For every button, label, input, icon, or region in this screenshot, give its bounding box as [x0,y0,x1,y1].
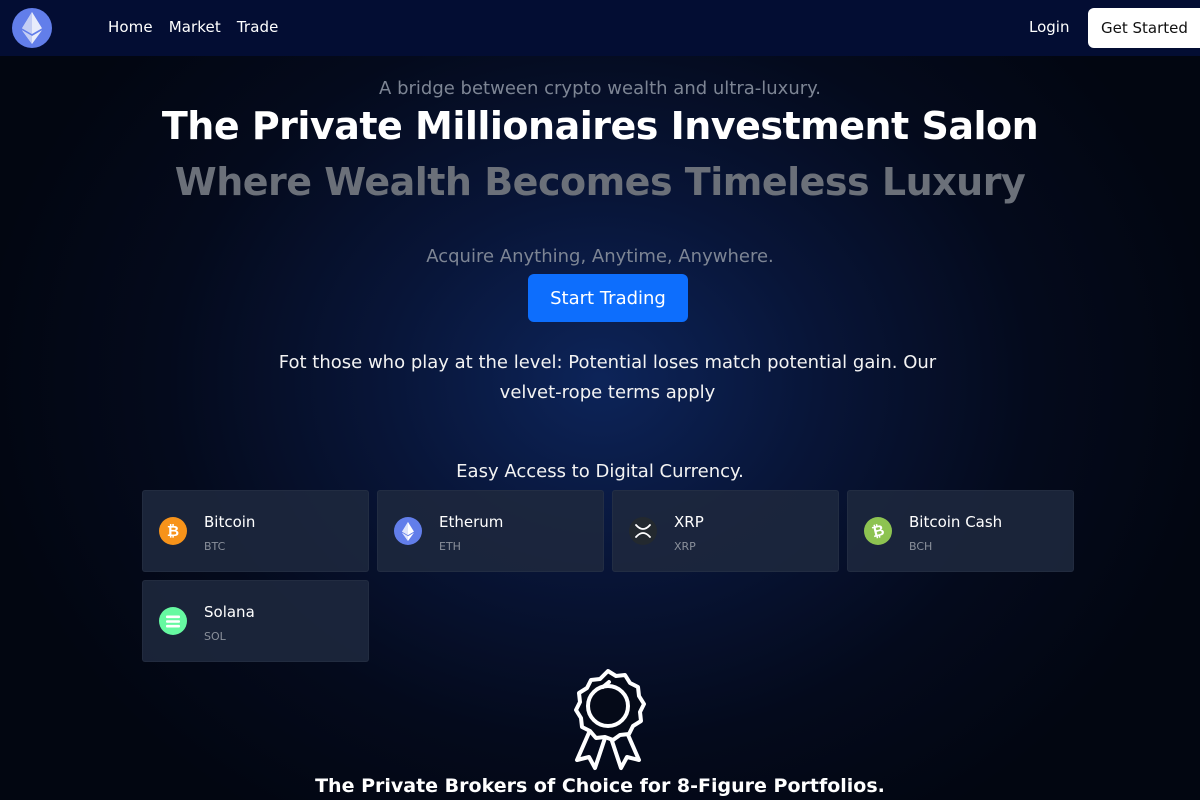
coin-card-bitcoin[interactable]: ₿ Bitcoin BTC [142,490,369,572]
coin-name: XRP [674,513,704,531]
ethereum-logo-icon[interactable] [12,8,52,48]
hero-tagline: A bridge between crypto wealth and ultra… [379,78,821,99]
hero-title: The Private Millionaires Investment Salo… [161,104,1039,148]
award-ribbon-icon [574,669,646,770]
coin-name: Solana [204,603,255,621]
coin-symbol: BCH [909,540,933,553]
coin-name: Bitcoin Cash [909,513,1003,531]
nav-links: Home Market Trade [108,18,278,36]
coin-card-bitcoin-cash[interactable]: ₿ Bitcoin Cash BCH [847,490,1074,572]
coin-symbol: ETH [439,540,461,553]
coin-symbol: SOL [204,630,226,643]
coin-name: Etherum [439,513,504,531]
nav-link-home[interactable]: Home [108,18,153,36]
nav-link-market[interactable]: Market [169,18,221,36]
coin-symbol: BTC [204,540,226,553]
start-trading-button[interactable]: Start Trading [528,274,688,322]
nav-link-trade[interactable]: Trade [237,18,279,36]
solana-icon [159,607,187,635]
hero-subtitle: Where Wealth Becomes Timeless Luxury [174,160,1026,204]
xrp-icon [629,517,657,545]
login-link[interactable]: Login [1029,18,1069,36]
currencies-section-title: Easy Access to Digital Currency. [456,461,744,482]
coin-name: Bitcoin [204,513,256,531]
top-navbar: Home Market Trade Login Get Started [0,0,1200,56]
bitcoin-cash-icon: ₿ [864,517,892,545]
coin-card-xrp[interactable]: XRP XRP [612,490,839,572]
get-started-button[interactable]: Get Started [1088,8,1200,48]
bitcoin-icon: ₿ [159,517,187,545]
risk-disclaimer: Fot those who play at the level: Potenti… [278,352,937,403]
ethereum-icon [394,517,422,545]
coin-card-ethereum[interactable]: Etherum ETH [377,490,604,572]
brokers-section-title: The Private Brokers of Choice for 8-Figu… [315,775,885,797]
coin-symbol: XRP [674,540,696,553]
acquire-text: Acquire Anything, Anytime, Anywhere. [426,246,774,267]
coin-card-solana[interactable]: Solana SOL [142,580,369,662]
